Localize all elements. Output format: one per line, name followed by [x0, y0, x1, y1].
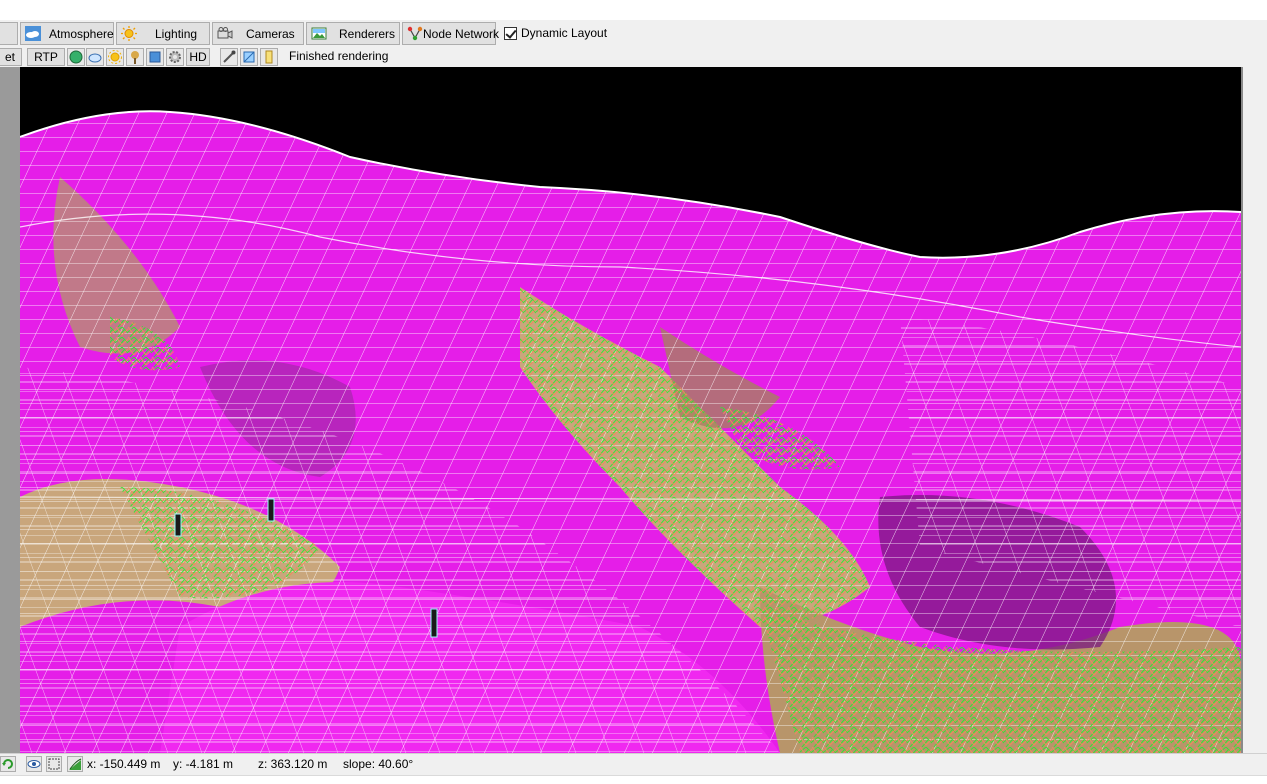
preview-settings-button[interactable] [166, 48, 184, 66]
preview-objects-button[interactable] [126, 48, 144, 66]
eye-icon [27, 760, 41, 768]
tab-renderers[interactable]: Renderers [306, 22, 400, 45]
sun-small-icon [108, 50, 122, 64]
tab-lighting-label: Lighting [155, 27, 198, 41]
refresh-button[interactable] [0, 756, 16, 772]
toolbar-partial-button[interactable]: et [0, 48, 22, 66]
preview-water-button[interactable] [146, 48, 164, 66]
frame-view-button[interactable] [46, 756, 62, 772]
gear-icon [169, 51, 181, 63]
dynamic-layout-label: Dynamic Layout [521, 26, 608, 40]
brush-tool-button[interactable] [220, 48, 238, 66]
exposure-tool-button[interactable] [260, 48, 278, 66]
preview-terrain-button[interactable] [67, 48, 85, 66]
render-status-text: Finished rendering [289, 49, 389, 63]
view-eye-button[interactable] [26, 756, 42, 772]
slope-tool-button[interactable] [67, 756, 83, 772]
refresh-icon [2, 759, 13, 769]
x-coordinate: x: -150.449 m [87, 757, 161, 771]
preview-lighting-button[interactable] [106, 48, 124, 66]
node-tab-bar: Atmosphere Lighting Cameras Renderers No… [0, 20, 1267, 47]
tab-atmosphere-label: Atmosphere [49, 27, 114, 41]
rtp-button[interactable]: RTP [27, 48, 65, 66]
z-coordinate: z: 363.120 m [258, 757, 328, 771]
preview-clouds-button[interactable] [86, 48, 104, 66]
slope-icon [69, 758, 82, 770]
y-coordinate: y: -4.181 m [173, 757, 234, 771]
cloud-sky-icon [25, 26, 41, 41]
render-image-icon [311, 27, 327, 40]
exposure-icon [265, 50, 273, 64]
crop-tool-button[interactable] [240, 48, 258, 66]
node-network-icon [407, 26, 423, 41]
camera-icon [217, 27, 233, 39]
cloud-icon [88, 53, 102, 63]
hd-button[interactable]: HD [186, 48, 210, 66]
tab-cameras-label: Cameras [246, 27, 295, 41]
water-icon [149, 51, 161, 63]
slope-readout: slope: 40.60° [343, 757, 414, 771]
tab-lighting[interactable]: Lighting [116, 22, 210, 45]
right-panel-border [1241, 67, 1243, 753]
globe-icon [69, 50, 83, 64]
tab-atmosphere[interactable]: Atmosphere [20, 22, 114, 45]
dynamic-layout-checkbox[interactable] [504, 27, 517, 40]
tab-renderers-label: Renderers [339, 27, 396, 41]
terrain-wireframe-render [20, 67, 1241, 753]
3d-preview-viewport[interactable] [20, 67, 1241, 753]
frame-icon [48, 758, 60, 770]
crop-icon [243, 51, 255, 63]
tab-node-network[interactable]: Node Network [402, 22, 500, 45]
tab-partial[interactable] [0, 22, 18, 45]
title-strip [0, 0, 1267, 20]
sun-icon [121, 26, 137, 41]
tab-cameras[interactable]: Cameras [212, 22, 304, 45]
tab-node-network-label: Node Network [423, 27, 500, 41]
tree-icon [131, 51, 139, 64]
brush-icon [223, 50, 236, 63]
right-panel-edge [1241, 67, 1267, 753]
